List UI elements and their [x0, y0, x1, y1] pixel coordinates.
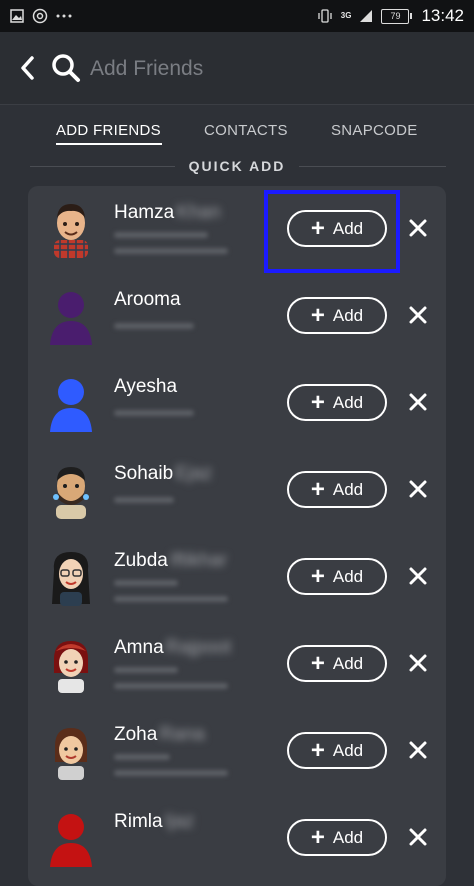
close-icon[interactable]	[406, 216, 430, 240]
close-icon[interactable]	[406, 390, 430, 414]
signal-icon	[360, 10, 373, 22]
active-tab-indicator	[56, 143, 162, 145]
tab-contacts[interactable]: CONTACTS	[204, 122, 288, 139]
friend-name: Arooma	[114, 289, 181, 310]
battery-icon: 79	[381, 8, 413, 24]
list-item: Sohaib Ejaz + Add	[28, 447, 446, 534]
plus-icon: +	[310, 823, 325, 851]
list-item: Zoha Rana + Add	[28, 708, 446, 795]
blurred-mutual-friends	[114, 770, 228, 776]
section-title: QUICK ADD	[0, 158, 474, 176]
default-avatar	[50, 814, 92, 867]
blurred-username	[114, 232, 208, 238]
blurred-username	[114, 667, 178, 673]
friend-name: Zubda Iftikhar	[114, 550, 227, 571]
add-friend-button[interactable]: + Add	[287, 819, 387, 856]
plus-icon: +	[310, 736, 325, 764]
blurred-username	[114, 754, 170, 760]
list-item: Amna Rajpoot + Add	[28, 621, 446, 708]
status-bar: 3G 79 13:42	[0, 0, 474, 32]
plus-icon: +	[310, 562, 325, 590]
close-icon[interactable]	[406, 651, 430, 675]
plus-icon: +	[310, 301, 325, 329]
blurred-username	[114, 323, 194, 329]
add-friend-button[interactable]: + Add	[287, 732, 387, 769]
back-button[interactable]	[12, 52, 42, 84]
blurred-mutual-friends	[114, 683, 228, 689]
close-icon[interactable]	[406, 564, 430, 588]
default-avatar	[50, 292, 92, 345]
friend-name: Hamza Khan	[114, 202, 221, 223]
search-header	[0, 32, 474, 105]
image-notification-icon	[10, 9, 24, 23]
plus-icon: +	[310, 475, 325, 503]
network-type-label: 3G	[340, 11, 352, 20]
search-input[interactable]	[88, 54, 392, 84]
close-icon[interactable]	[406, 825, 430, 849]
blurred-username	[114, 497, 174, 503]
friend-name: Rimla Ijaz	[114, 811, 195, 832]
chevron-left-icon	[21, 56, 34, 80]
plus-icon: +	[310, 649, 325, 677]
snapchat-notification-icon	[32, 8, 48, 24]
clock: 13:42	[421, 6, 464, 25]
close-icon[interactable]	[406, 477, 430, 501]
blurred-username	[114, 580, 178, 586]
blurred-mutual-friends	[114, 248, 228, 254]
friend-name: Zoha Rana	[114, 724, 205, 745]
list-item: Ayesha + Add	[28, 360, 446, 447]
blurred-username	[114, 410, 194, 416]
blurred-mutual-friends	[114, 596, 228, 602]
friend-name: Ayesha	[114, 376, 178, 397]
highlight-box	[264, 190, 400, 273]
list-item: Rimla Ijaz + Add	[28, 795, 446, 882]
tab-add-friends[interactable]: ADD FRIENDS	[56, 122, 161, 139]
friend-name: Amna Rajpoot	[114, 637, 232, 658]
add-friend-button[interactable]: + Add	[287, 297, 387, 334]
quick-add-heading: QUICK ADD	[174, 158, 300, 174]
list-item: Zubda Iftikhar + Add	[28, 534, 446, 621]
add-friend-button[interactable]: + Add	[287, 384, 387, 421]
bitmoji-avatar	[54, 641, 88, 693]
default-avatar	[50, 379, 92, 432]
vibrate-icon	[318, 9, 332, 23]
bitmoji-avatar	[53, 467, 89, 519]
bitmoji-avatar	[54, 204, 88, 258]
add-friend-button[interactable]: + Add	[287, 645, 387, 682]
bitmoji-avatar	[52, 552, 90, 606]
more-notifications-icon	[56, 14, 72, 18]
close-icon[interactable]	[406, 303, 430, 327]
add-friend-button[interactable]: + Add	[287, 558, 387, 595]
plus-icon: +	[310, 388, 325, 416]
status-bar-right: 3G 79 13:42	[317, 6, 464, 26]
status-bar-left	[10, 8, 72, 24]
friend-name: Sohaib Ejaz	[114, 463, 213, 484]
search-icon	[52, 54, 80, 82]
close-icon[interactable]	[406, 738, 430, 762]
list-item: Arooma + Add	[28, 273, 446, 360]
tab-bar: ADD FRIENDS CONTACTS SNAPCODE	[0, 104, 474, 154]
bitmoji-avatar	[55, 728, 87, 780]
add-friend-button[interactable]: + Add	[287, 471, 387, 508]
tab-snapcode[interactable]: SNAPCODE	[331, 122, 418, 139]
